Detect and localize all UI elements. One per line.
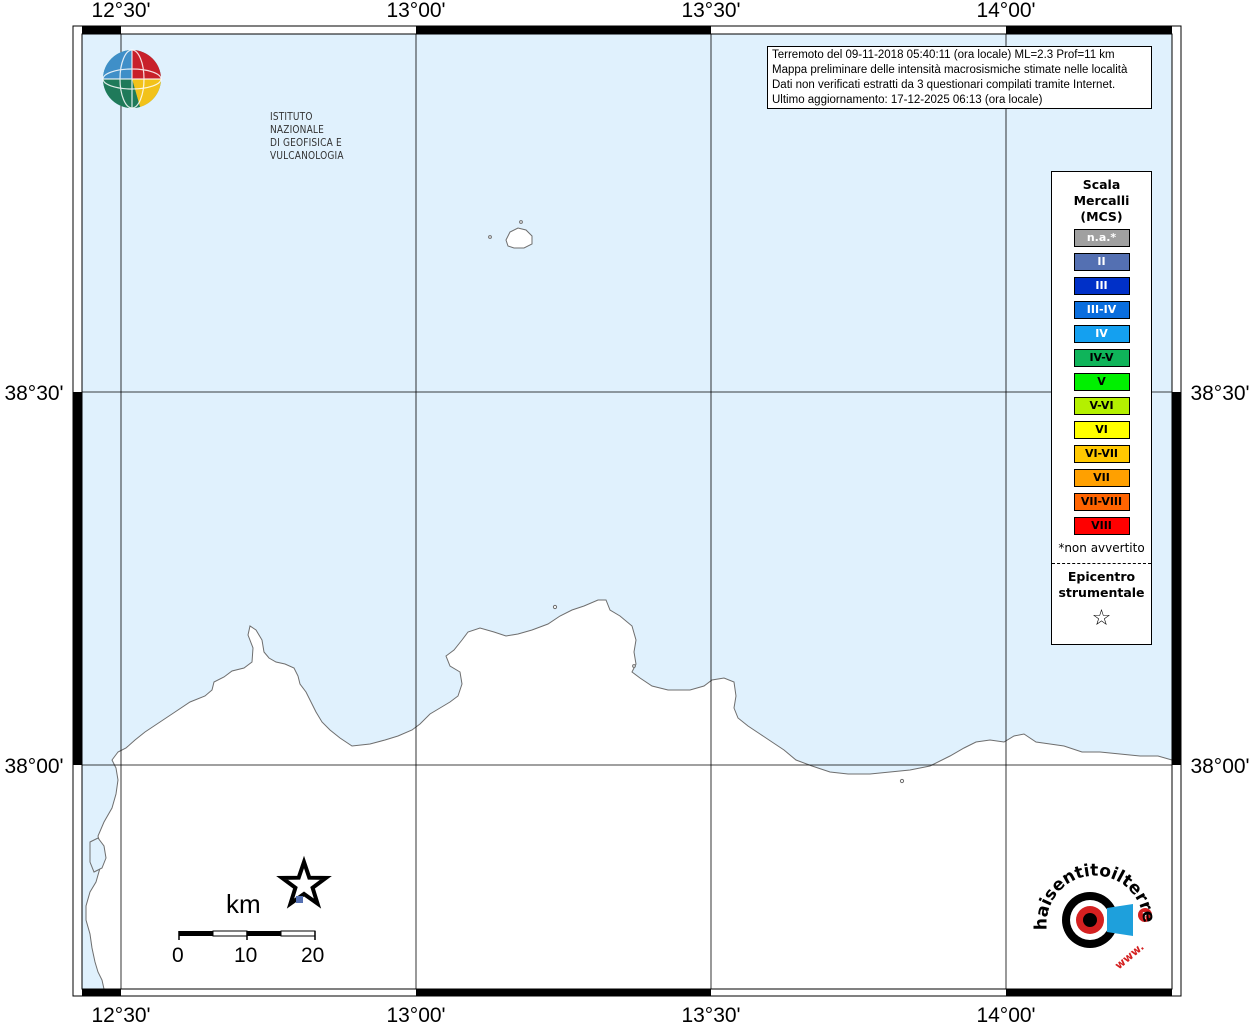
legend-swatch: VII-VIII (1073, 493, 1130, 511)
legend-swatch: III (1073, 277, 1130, 295)
islet (632, 664, 636, 668)
legend-swatch: n.a.* (1073, 229, 1130, 247)
lat-label-left: 38°30' (4, 382, 63, 405)
legend-swatch: IV-V (1073, 349, 1130, 367)
scale-label-20: 20 (301, 944, 325, 967)
legend-items: n.a.* II III III-IV IV IV-V V V-VI VI VI-VII VII VI… (1052, 229, 1151, 535)
islet (899, 778, 905, 784)
legend-title-line: (MCS) (1080, 209, 1123, 224)
ingv-logo: ISTITUTO NAZIONALE DI GEOFISICA E VULCAN… (100, 47, 344, 162)
hst-www: www. (1112, 940, 1146, 972)
lon-label-top: 14°00' (976, 0, 1035, 22)
lon-label-top: 13°00' (386, 0, 445, 22)
legend-swatch: VII (1073, 469, 1130, 487)
lon-label-bottom: 13°30' (681, 1004, 740, 1024)
legend-swatch: V-VI (1073, 397, 1130, 415)
lat-label-left: 38°00' (4, 755, 63, 778)
lat-label-right: 38°30' (1190, 382, 1249, 405)
event-info-line: Mappa preliminare delle intensità macros… (772, 64, 1128, 76)
legend-swatch: IV (1073, 325, 1130, 343)
lon-label-top: 12°30' (91, 0, 150, 22)
legend-epicenter-line: strumentale (1058, 585, 1145, 600)
islet (488, 235, 492, 239)
scale-label-0: 0 (172, 944, 184, 967)
haisentito-logo-icon: ? haisentitoilterremoto.it www. (1016, 845, 1158, 972)
lon-label-bottom: 13°00' (386, 1004, 445, 1024)
lon-label-top: 13°30' (681, 0, 740, 22)
legend-swatch: VI (1073, 421, 1130, 439)
event-info-line: Dati non verificati estratti da 3 questi… (772, 79, 1116, 91)
islet (552, 604, 558, 610)
legend-swatch: VIII (1073, 517, 1130, 535)
lat-label-right: 38°00' (1190, 755, 1249, 778)
haisentito-logo[interactable]: ? haisentitoilterremoto.it www. (1016, 845, 1165, 980)
legend-title-line: Scala (1082, 177, 1121, 192)
legend-title: Scala Mercalli (MCS) (1052, 177, 1151, 225)
legend-note: *non avvertito (1058, 541, 1145, 555)
legend-swatch: VI-VII (1073, 445, 1130, 463)
mcs-legend: Scala Mercalli (MCS) n.a.* II III III-IV IV I… (1051, 171, 1152, 645)
scale-unit-label: km (226, 889, 261, 919)
lon-label-bottom: 14°00' (976, 1004, 1035, 1024)
legend-separator (1052, 563, 1151, 564)
scale-label-10: 10 (234, 944, 258, 967)
star-outline-icon: ☆ (1091, 606, 1112, 631)
ingv-name-line1: ISTITUTO NAZIONALE (270, 110, 324, 136)
event-info-line: Terremoto del 09-11-2018 05:40:11 (ora l… (772, 49, 1115, 61)
ingv-name-line2: DI GEOFISICA E VULCANOLOGIA (270, 136, 344, 162)
ingv-globe-icon (102, 49, 162, 109)
legend-swatch: III-IV (1073, 301, 1130, 319)
intensity-point[interactable] (296, 896, 303, 903)
legend-swatch: V (1073, 373, 1130, 391)
legend-epicenter-label: Epicentro strumentale (1052, 569, 1151, 601)
lon-label-bottom: 12°30' (91, 1004, 150, 1024)
legend-epicenter-line: Epicentro (1067, 569, 1136, 584)
event-info-line: Ultimo aggiornamento: 17-12-2025 06:13 (… (772, 94, 1043, 106)
islet (519, 220, 523, 224)
event-info-box: Terremoto del 09-11-2018 05:40:11 (ora l… (767, 46, 1152, 109)
legend-swatch: II (1073, 253, 1130, 271)
legend-title-line: Mercalli (1073, 193, 1130, 208)
